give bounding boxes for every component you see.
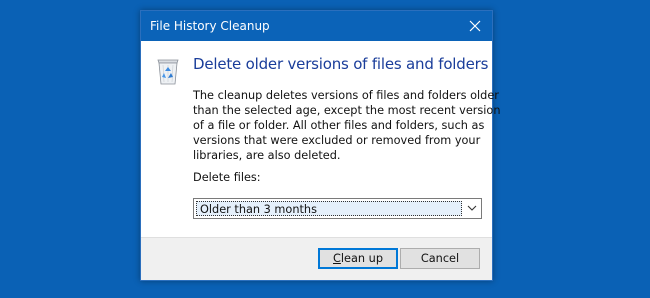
dropdown-focus-area: Older than 3 months (196, 201, 462, 216)
description-line: libraries, are also deleted. (193, 149, 341, 162)
chevron-down-icon (467, 205, 477, 211)
recycle-bin-icon (157, 59, 179, 85)
cancel-button[interactable]: Cancel (400, 248, 480, 269)
clean-up-label: lean up (340, 252, 383, 265)
description-line: The cleanup deletes versions of files an… (193, 89, 499, 102)
file-history-cleanup-dialog: File History Cleanup Delete older versio… (140, 10, 501, 281)
description-line: than the selected age, except the most r… (193, 104, 501, 117)
close-icon (469, 20, 481, 32)
dialog-footer: Clean up Cancel (141, 237, 492, 280)
delete-files-label: Delete files: (193, 171, 261, 184)
dialog-heading: Delete older versions of files and folde… (193, 55, 489, 73)
delete-files-dropdown[interactable]: Older than 3 months (193, 198, 482, 219)
dropdown-selected-value: Older than 3 months (200, 203, 317, 216)
description-line: of a file or folder. All other files and… (193, 119, 485, 132)
clean-up-accelerator: C (333, 252, 341, 265)
close-button[interactable] (458, 11, 492, 41)
description-text: The cleanup deletes versions of files an… (193, 88, 501, 163)
title-bar[interactable]: File History Cleanup (141, 11, 492, 41)
description-line: versions that were excluded or removed f… (193, 134, 481, 147)
window-title: File History Cleanup (150, 19, 270, 33)
clean-up-button[interactable]: Clean up (318, 248, 398, 269)
